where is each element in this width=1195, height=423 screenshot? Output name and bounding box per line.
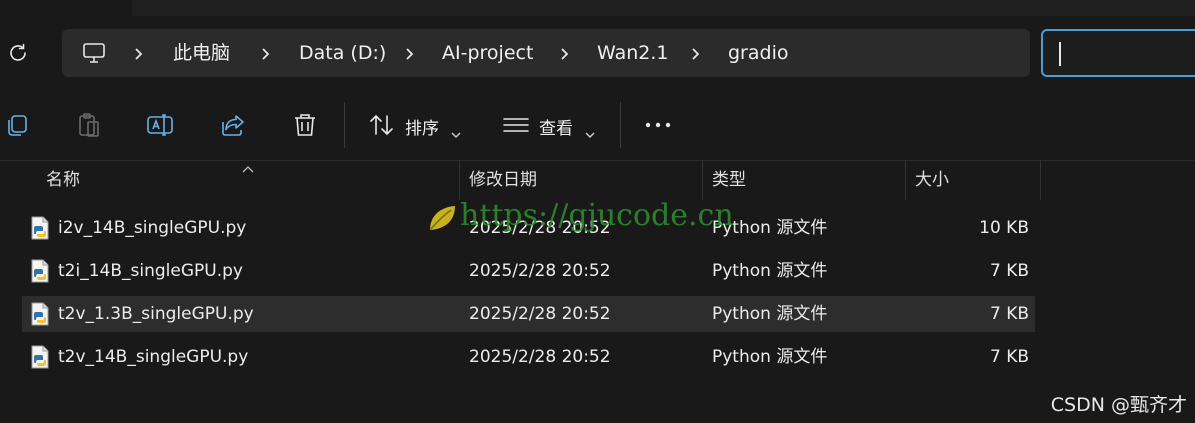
sort-button[interactable]: 排序 (405, 114, 439, 139)
python-file-icon (30, 259, 50, 283)
file-row[interactable]: t2v_1.3B_singleGPU.py 2025/2/28 20:52 Pyth… (22, 296, 1035, 332)
chevron-right-icon[interactable] (558, 46, 572, 60)
column-header-size[interactable]: 大小 (915, 160, 949, 200)
column-divider[interactable] (1040, 160, 1041, 200)
file-modified: 2025/2/28 20:52 (469, 261, 611, 281)
copy-icon[interactable] (1, 108, 35, 142)
share-icon[interactable] (216, 108, 250, 142)
breadcrumb-item-wan[interactable]: Wan2.1 (597, 29, 668, 77)
text-caret (1059, 42, 1061, 66)
file-type: Python 源文件 (712, 304, 828, 324)
column-header-name[interactable]: 名称 (46, 160, 80, 200)
column-divider[interactable] (905, 160, 906, 200)
toolbar-divider (344, 102, 345, 148)
file-row[interactable]: t2v_14B_singleGPU.py 2025/2/28 20:52 Pytho… (22, 339, 1035, 375)
view-icon[interactable] (499, 108, 533, 142)
python-file-icon (30, 216, 50, 240)
file-size: 7 KB (989, 261, 1029, 281)
column-divider[interactable] (702, 160, 703, 200)
sort-icon[interactable] (365, 108, 399, 142)
column-divider[interactable] (459, 160, 460, 200)
address-bar[interactable]: 此电脑 Data (D:) AI-project Wan2.1 gradio (62, 29, 1030, 77)
file-size: 7 KB (989, 347, 1029, 367)
file-name[interactable]: t2v_1.3B_singleGPU.py (58, 296, 254, 332)
computer-icon[interactable] (81, 41, 107, 65)
tab-area (132, 0, 1195, 16)
python-file-icon (30, 302, 50, 326)
file-row[interactable]: t2i_14B_singleGPU.py 2025/2/28 20:52 Pytho… (22, 253, 1035, 289)
refresh-icon[interactable] (6, 41, 30, 65)
command-bar: 排序 查看 (0, 90, 1195, 161)
breadcrumb-item-drive[interactable]: Data (D:) (299, 29, 386, 77)
file-name[interactable]: i2v_14B_singleGPU.py (58, 210, 246, 246)
toolbar-divider (620, 102, 621, 148)
column-header-modified[interactable]: 修改日期 (469, 160, 537, 200)
paste-icon[interactable] (72, 108, 106, 142)
chevron-right-icon[interactable] (689, 46, 703, 60)
file-size: 10 KB (979, 218, 1029, 238)
csdn-credit: CSDN @甄齐才 (1050, 394, 1187, 416)
leaf-icon (426, 202, 458, 234)
column-header-type[interactable]: 类型 (712, 160, 746, 200)
file-modified: 2025/2/28 20:52 (469, 304, 611, 324)
file-name[interactable]: t2v_14B_singleGPU.py (58, 339, 248, 375)
column-header-row: 名称 修改日期 类型 大小 (0, 160, 1195, 200)
watermark-text: https://gjucode.cn (460, 198, 734, 233)
file-type: Python 源文件 (712, 347, 828, 367)
chevron-right-icon[interactable] (403, 46, 417, 60)
file-name[interactable]: t2i_14B_singleGPU.py (58, 253, 243, 289)
view-button[interactable]: 查看 (539, 114, 573, 139)
breadcrumb-item-gradio[interactable]: gradio (728, 29, 788, 77)
chevron-down-icon[interactable] (585, 124, 595, 138)
chevron-right-icon[interactable] (259, 46, 273, 60)
file-modified: 2025/2/28 20:52 (469, 347, 611, 367)
rename-icon[interactable] (143, 108, 177, 142)
breadcrumb-item-ai-project[interactable]: AI-project (442, 29, 533, 77)
breadcrumb-item-this-pc[interactable]: 此电脑 (173, 29, 230, 77)
search-input[interactable] (1041, 29, 1195, 77)
file-size: 7 KB (989, 304, 1029, 324)
file-type: Python 源文件 (712, 261, 828, 281)
chevron-down-icon[interactable] (451, 124, 461, 138)
python-file-icon (30, 345, 50, 369)
delete-icon[interactable] (288, 108, 322, 142)
chevron-right-icon[interactable] (132, 46, 146, 60)
more-icon[interactable] (641, 108, 675, 142)
